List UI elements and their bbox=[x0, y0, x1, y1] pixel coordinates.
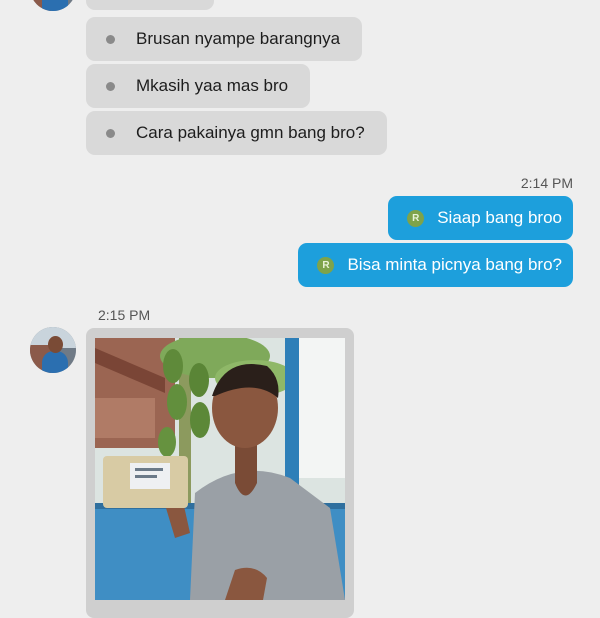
incoming-message[interactable]: Cara pakainya gmn bang bro? bbox=[86, 111, 387, 155]
incoming-message[interactable]: Mkasih yaa mas bro bbox=[86, 64, 311, 108]
message-status-dot-icon bbox=[106, 34, 115, 44]
incoming-message[interactable]: Brusan nyampe barangnya bbox=[86, 17, 363, 61]
sender-avatar-top[interactable] bbox=[30, 0, 76, 11]
incoming-message-partial[interactable] bbox=[86, 0, 214, 10]
message-timestamp: 2:14 PM bbox=[520, 175, 573, 191]
outgoing-message[interactable]: R Siaap bang broo bbox=[388, 196, 573, 240]
read-receipt-icon: R bbox=[317, 256, 335, 274]
message-timestamp: 2:15 PM bbox=[98, 307, 151, 323]
outgoing-message[interactable]: R Bisa minta picnya bang bro? bbox=[298, 243, 573, 287]
photo-message-image[interactable] bbox=[95, 338, 345, 600]
message-text: Mkasih yaa mas bro bbox=[136, 76, 289, 95]
sender-avatar[interactable] bbox=[30, 327, 76, 373]
photo-image bbox=[95, 338, 345, 600]
message-text: Brusan nyampe barangnya bbox=[136, 29, 341, 48]
message-text: Cara pakainya gmn bang bro? bbox=[136, 123, 365, 142]
message-text: Bisa minta picnya bang bro? bbox=[347, 255, 562, 274]
message-status-dot-icon bbox=[106, 81, 115, 91]
read-receipt-icon: R bbox=[407, 209, 425, 227]
message-text: Siaap bang broo bbox=[437, 208, 562, 227]
message-status-dot-icon bbox=[106, 128, 115, 138]
